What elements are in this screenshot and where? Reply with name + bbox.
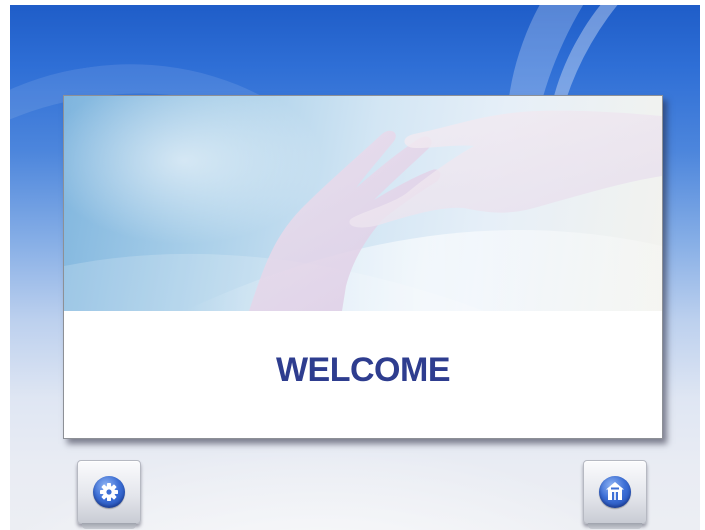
hands-illustration bbox=[64, 110, 662, 311]
welcome-title: WELCOME bbox=[275, 351, 451, 389]
home-button[interactable] bbox=[583, 460, 647, 529]
settings-button[interactable] bbox=[77, 460, 141, 529]
welcome-caption: WELCOME bbox=[64, 311, 662, 438]
welcome-card: WELCOME bbox=[63, 95, 663, 439]
gear-icon bbox=[93, 476, 125, 508]
hands-image bbox=[64, 96, 662, 311]
welcome-screen: WELCOME bbox=[10, 5, 700, 530]
home-icon bbox=[599, 476, 631, 508]
